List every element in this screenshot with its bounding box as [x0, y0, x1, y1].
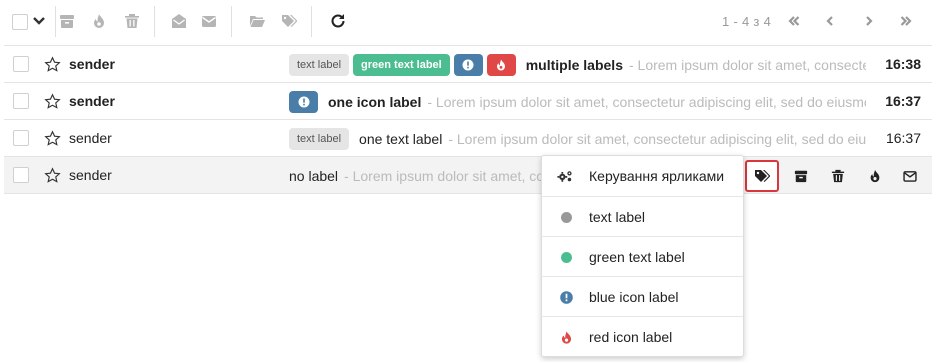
toolbar-divider — [55, 6, 56, 37]
blue-icon-label-badge — [453, 54, 483, 76]
labels-dropdown: Керування ярликами text label green text… — [541, 155, 744, 357]
text-label-badge: text label — [289, 128, 350, 150]
archive-icon[interactable] — [791, 166, 811, 186]
message-subject: one icon label — [328, 94, 422, 110]
label-option-text: red icon label — [589, 328, 673, 345]
label-option-red-icon-label[interactable]: red icon label — [542, 316, 743, 356]
label-option-text-label[interactable]: text label — [542, 196, 743, 236]
message-checkbox[interactable] — [13, 130, 29, 146]
spam-flame-icon[interactable] — [90, 12, 108, 30]
trash-icon[interactable] — [828, 166, 848, 186]
label-option-blue-icon-label[interactable]: blue icon label — [542, 276, 743, 316]
star-icon[interactable] — [44, 167, 61, 184]
message-time: 16:38 — [885, 56, 921, 72]
select-all-checkbox[interactable] — [12, 14, 28, 30]
archive-icon[interactable] — [58, 12, 76, 30]
refresh-icon[interactable] — [329, 12, 347, 30]
info-icon — [462, 59, 474, 71]
spam-flame-icon[interactable] — [865, 166, 885, 186]
message-checkbox[interactable] — [13, 93, 29, 109]
sender-name: sender — [69, 93, 115, 109]
label-option-text: green text label — [589, 248, 685, 265]
gears-icon — [557, 169, 573, 183]
message-preview: - Lorem ipsum dolor sit amet, consectetu… — [448, 131, 866, 147]
message-list: sender text label green text label multi… — [4, 45, 932, 194]
toolbar-divider — [231, 6, 232, 37]
blue-icon-label-badge — [289, 91, 318, 113]
flame-icon — [558, 330, 574, 344]
message-time: 16:37 — [885, 93, 921, 109]
chevron-down-icon[interactable] — [30, 12, 48, 30]
message-row[interactable]: sender text label one text label - Lorem… — [4, 120, 932, 157]
message-row[interactable]: sender one icon label - Lorem ipsum dolo… — [4, 83, 932, 120]
sender-name: sender — [69, 130, 112, 146]
message-subject: no label — [289, 168, 339, 184]
star-icon[interactable] — [44, 56, 61, 73]
message-checkbox[interactable] — [13, 56, 29, 72]
labels-icon[interactable] — [280, 12, 298, 30]
sender-name: sender — [69, 167, 112, 183]
text-label-badge: text label — [289, 54, 350, 76]
mark-unread-icon[interactable] — [900, 166, 920, 186]
sender-name: sender — [69, 56, 115, 72]
star-icon[interactable] — [44, 93, 61, 110]
message-preview: - Lorem ipsum dolor sit amet, consectetu… — [628, 57, 866, 73]
labels-icon — [755, 170, 770, 182]
manage-labels-text: Керування ярликами — [589, 168, 725, 184]
message-time: 16:37 — [885, 130, 921, 146]
first-page-icon[interactable] — [786, 13, 802, 29]
mark-unread-icon[interactable] — [200, 12, 218, 30]
message-subject: one text label — [359, 131, 443, 147]
message-row[interactable]: sender text label green text label multi… — [4, 46, 932, 83]
message-row[interactable]: sender no label - Lorem ipsum dolor sit … — [4, 157, 932, 194]
message-content: one icon label - Lorem ipsum dolor sit a… — [289, 90, 866, 114]
flame-icon — [497, 59, 506, 71]
message-checkbox[interactable] — [13, 167, 29, 183]
mark-read-icon[interactable] — [170, 12, 188, 30]
label-option-text: blue icon label — [589, 288, 679, 305]
manage-labels-item[interactable]: Керування ярликами — [542, 156, 743, 196]
label-option-text: text label — [589, 208, 646, 225]
next-page-icon[interactable] — [861, 13, 877, 29]
message-subject: multiple labels — [525, 57, 623, 73]
message-preview: - Lorem ipsum dolor sit amet, consectetu… — [427, 94, 866, 110]
trash-icon[interactable] — [123, 12, 141, 30]
labels-button[interactable] — [745, 160, 779, 192]
red-icon-label-badge — [486, 54, 516, 76]
label-option-green-text-label[interactable]: green text label — [542, 236, 743, 276]
toolbar-divider — [311, 6, 312, 37]
message-content: text label one text label - Lorem ipsum … — [289, 127, 866, 151]
green-dot-icon — [558, 250, 574, 264]
previous-page-icon[interactable] — [822, 13, 838, 29]
pagination-text: 1 - 4 з 4 — [722, 14, 772, 29]
move-folder-icon[interactable] — [248, 12, 266, 30]
green-text-label-badge: green text label — [353, 54, 450, 76]
info-icon — [558, 290, 574, 304]
gray-dot-icon — [558, 210, 574, 224]
star-icon[interactable] — [44, 130, 61, 147]
message-content: text label green text label multiple lab… — [289, 53, 866, 77]
last-page-icon[interactable] — [898, 13, 914, 29]
toolbar-divider — [154, 6, 155, 37]
message-toolbar: 1 - 4 з 4 — [0, 0, 938, 44]
info-icon — [298, 96, 309, 108]
